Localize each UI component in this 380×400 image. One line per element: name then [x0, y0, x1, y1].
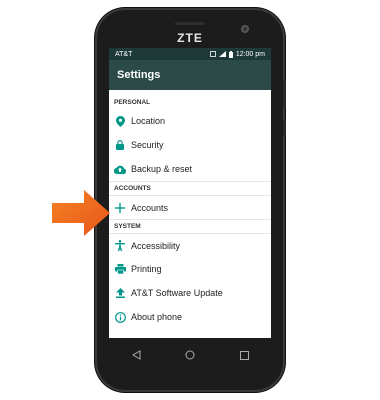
status-bar: AT&T 12:00 pm [109, 48, 271, 60]
back-icon[interactable] [126, 345, 146, 365]
settings-item-location[interactable]: Location [109, 109, 271, 133]
clock: 12:00 pm [235, 50, 265, 58]
section-header-system: SYSTEM [109, 219, 271, 233]
section-header-personal: PERSONAL [114, 98, 151, 106]
settings-item-label: Accessibility [131, 240, 181, 251]
settings-item-label: Location [131, 116, 166, 126]
info-icon [109, 311, 131, 323]
settings-item-accounts[interactable]: Accounts [109, 195, 271, 219]
phone-screen: AT&T 12:00 pm Settings PERSONAL Location… [109, 48, 271, 338]
page-title: Settings [117, 69, 161, 81]
settings-item-security[interactable]: Security [109, 133, 271, 157]
settings-item-label: Backup & reset [131, 164, 193, 174]
carrier-label: AT&T [115, 50, 133, 58]
earpiece [175, 22, 205, 25]
settings-item-backup-reset[interactable]: Backup & reset [109, 157, 271, 181]
power-button[interactable] [283, 120, 286, 136]
signal-icon [218, 51, 226, 57]
settings-item-printing[interactable]: Printing [109, 257, 271, 281]
settings-app-bar: Settings [109, 60, 271, 90]
home-icon[interactable] [180, 345, 200, 365]
settings-item-accessibility[interactable]: Accessibility [109, 233, 271, 257]
volume-button[interactable] [283, 80, 286, 108]
pointer-arrow-icon [52, 190, 110, 236]
section-header-accounts: ACCOUNTS [109, 181, 271, 195]
printer-icon [109, 264, 131, 274]
settings-item-label: About phone [131, 312, 183, 322]
cloud-upload-icon [109, 165, 131, 174]
settings-item-label: Accounts [131, 202, 169, 213]
battery-icon [228, 50, 233, 58]
settings-item-att-software-update[interactable]: AT&T Software Update [109, 281, 271, 305]
accessibility-icon [109, 240, 131, 251]
settings-item-about-phone[interactable]: About phone [109, 305, 271, 329]
settings-item-label: Printing [131, 264, 162, 274]
lock-icon [109, 140, 131, 150]
settings-item-label: Security [131, 140, 164, 150]
upload-icon [109, 288, 131, 298]
brand-logo: ZTE [177, 31, 203, 45]
plus-icon [109, 202, 131, 213]
nfc-icon [209, 51, 216, 57]
location-pin-icon [109, 115, 131, 127]
recents-icon[interactable] [234, 345, 254, 365]
front-camera [241, 25, 249, 33]
navigation-bar [109, 338, 271, 372]
settings-item-label: AT&T Software Update [131, 288, 223, 298]
